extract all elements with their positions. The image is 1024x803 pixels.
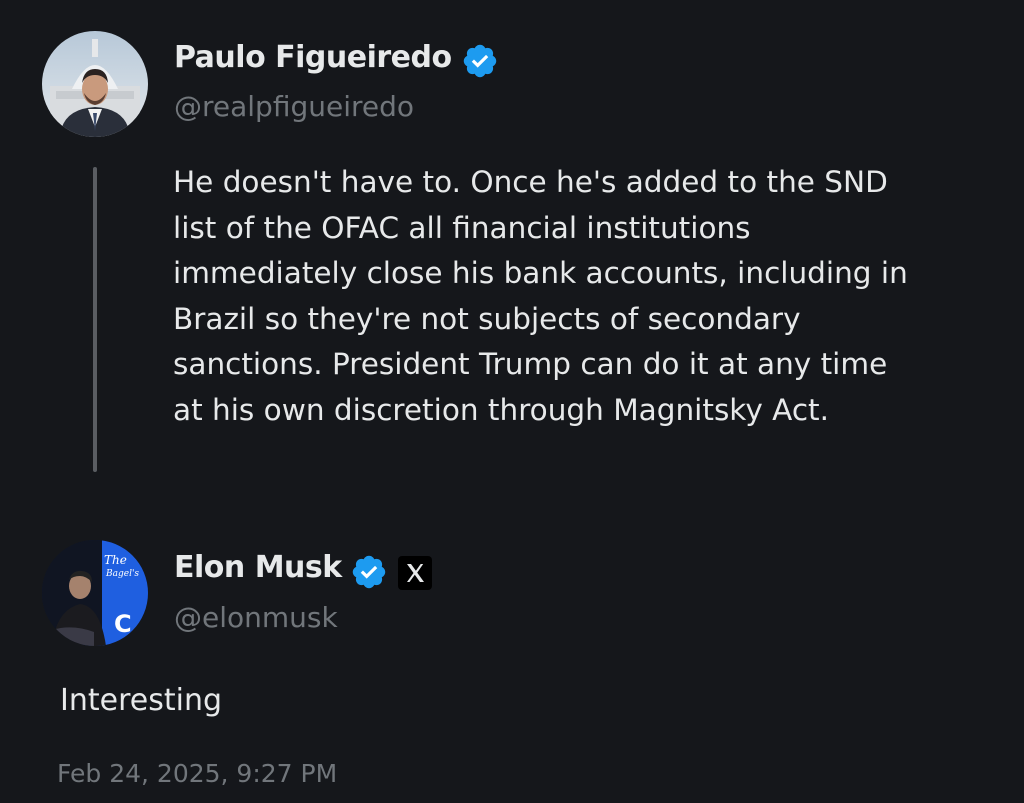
avatar-elon[interactable]: The Bagel's C <box>42 540 148 646</box>
svg-text:The: The <box>104 553 127 567</box>
author-handle[interactable]: @realpfigueiredo <box>174 90 414 123</box>
verified-badge-icon[interactable] <box>350 553 388 591</box>
post-timestamp[interactable]: Feb 24, 2025, 9:27 PM <box>57 759 337 788</box>
avatar-paulo[interactable] <box>42 31 148 137</box>
tweet-text-line: at his own discretion through Magnitsky … <box>173 392 830 427</box>
tweet-thread: Paulo Figueiredo @realpfigueiredo He doe… <box>0 0 1024 803</box>
tweet-body: He doesn't have to. Once he's added to t… <box>173 160 1003 433</box>
reply-body: Interesting <box>60 683 222 718</box>
verified-badge-icon[interactable] <box>461 42 499 80</box>
tweet-text-line: list of the OFAC all financial instituti… <box>173 210 751 245</box>
svg-text:Bagel's: Bagel's <box>105 569 139 579</box>
tweet-text-line: Brazil so they're not subjects of second… <box>173 301 801 336</box>
author-name[interactable]: Paulo Figueiredo <box>174 40 452 75</box>
reply-author-name[interactable]: Elon Musk <box>174 550 342 585</box>
tweet-text-line: immediately close his bank accounts, inc… <box>173 256 908 290</box>
thread-connector-line <box>93 167 97 472</box>
reply-author-handle[interactable]: @elonmusk <box>174 601 338 634</box>
tweet-text-line: sanctions. President Trump can do it at … <box>173 347 888 381</box>
svg-text:C: C <box>114 610 132 638</box>
x-logo-icon[interactable] <box>398 556 432 590</box>
tweet-text-line: He doesn't have to. Once he's added to t… <box>173 165 888 199</box>
